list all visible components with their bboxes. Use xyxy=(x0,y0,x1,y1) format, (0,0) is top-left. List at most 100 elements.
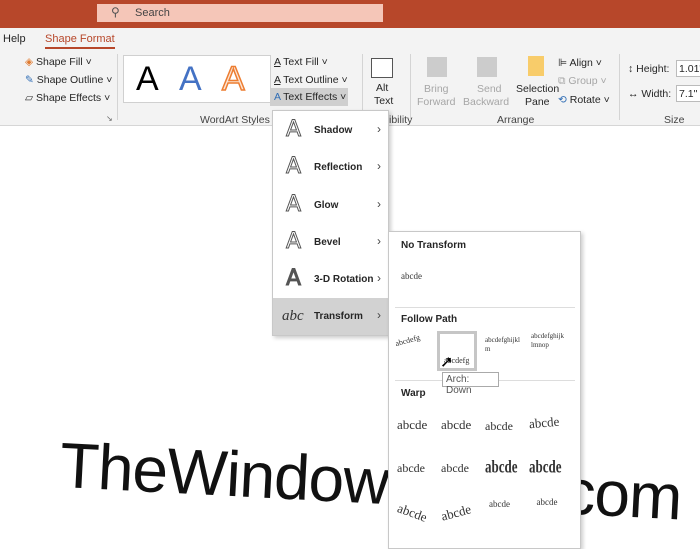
divider xyxy=(410,54,411,120)
menu-item-reflection[interactable]: A Reflection › xyxy=(273,149,388,186)
warp-option[interactable]: abcde xyxy=(441,461,469,476)
rotate-label: Rotate xyxy=(569,94,601,106)
menu-label: 3-D Rotation xyxy=(314,274,374,285)
divider xyxy=(395,307,575,308)
text-effects-button[interactable]: A Text Effects ˅ xyxy=(270,88,348,106)
warp-option[interactable]: abcde xyxy=(485,456,518,478)
warp-option[interactable]: abcde xyxy=(489,500,511,509)
align-button[interactable]: ⊫ Align ˅ xyxy=(558,57,602,69)
menu-item-shadow[interactable]: A Shadow › xyxy=(273,112,388,149)
button-option[interactable]: abcdefghijklmnop xyxy=(531,332,565,350)
warp-option[interactable]: abcde xyxy=(485,419,513,434)
shape-outline-button[interactable]: ✎ Shape Outline ˅ xyxy=(25,74,112,86)
transform-icon: abc xyxy=(282,308,304,324)
mouse-cursor-icon: ➚ xyxy=(440,354,454,371)
group-button[interactable]: ⧉ Group ˅ xyxy=(558,75,607,88)
text-outline-button[interactable]: A Text Outline ˅ xyxy=(274,74,348,86)
3d-rotation-icon: A xyxy=(285,266,302,292)
shadow-icon: A xyxy=(285,117,302,143)
chevron-right-icon: › xyxy=(377,159,381,173)
no-transform-option[interactable]: abcde xyxy=(401,271,422,281)
warp-option[interactable]: abcde xyxy=(441,417,471,433)
section-header-follow-path: Follow Path xyxy=(401,314,458,325)
warp-option[interactable]: abcde xyxy=(395,500,430,525)
warp-option[interactable]: abcde xyxy=(533,498,561,507)
rotate-icon: ⟲ xyxy=(558,94,567,106)
bevel-icon: A xyxy=(285,229,302,255)
search-input[interactable]: ⚲ Search xyxy=(97,4,383,22)
search-icon: ⚲ xyxy=(111,5,120,19)
ribbon-tabs: Help Shape Format xyxy=(0,28,700,50)
shape-outline-label: Shape Outline xyxy=(36,74,104,86)
divider xyxy=(619,54,620,120)
width-label: Width: xyxy=(641,88,672,100)
text-fill-icon: A xyxy=(274,56,281,68)
chevron-right-icon: › xyxy=(377,271,381,285)
reflection-icon: A xyxy=(285,154,302,180)
wordart-style-black[interactable]: A xyxy=(136,60,159,99)
group-label-arrange: Arrange xyxy=(497,114,535,126)
search-placeholder: Search xyxy=(135,7,170,19)
paint-bucket-icon: ◈ xyxy=(25,56,34,68)
menu-label: Glow xyxy=(314,200,339,211)
bring-forward-icon xyxy=(427,57,447,77)
height-row: ↕ Height: xyxy=(628,63,669,75)
group-label-accessibility: ibility xyxy=(389,114,413,126)
dialog-launcher-icon[interactable]: ↘ xyxy=(106,114,113,123)
menu-item-transform[interactable]: abc Transform › xyxy=(273,298,388,335)
align-icon: ⊫ xyxy=(558,57,568,69)
text-effects-label: Text Effects xyxy=(283,91,338,103)
group-icon: ⧉ xyxy=(558,75,566,87)
arch-up-option[interactable]: abcdefg xyxy=(394,333,421,348)
tooltip: Arch: Down xyxy=(442,372,499,396)
menu-item-bevel[interactable]: A Bevel › xyxy=(273,224,388,261)
warp-option[interactable]: abcde xyxy=(397,461,425,476)
align-label: Align xyxy=(569,57,593,69)
wordart-gallery[interactable]: A A A xyxy=(123,55,271,103)
tab-shape-format[interactable]: Shape Format xyxy=(45,33,115,49)
shape-effects-button[interactable]: ▱ Shape Effects ˅ xyxy=(25,92,110,104)
tab-help[interactable]: Help xyxy=(3,33,26,45)
text-effects-menu: A Shadow › A Reflection › A Glow › A Bevel › A 3-… xyxy=(272,110,389,336)
warp-option[interactable]: abcde xyxy=(397,417,427,433)
menu-item-glow[interactable]: A Glow › xyxy=(273,187,388,224)
transform-submenu: No Transform abcde Follow Path abcdefg a… xyxy=(388,231,581,549)
circle-option[interactable]: abcdefghijklm xyxy=(485,336,525,354)
chevron-right-icon: › xyxy=(377,308,381,322)
rotate-button[interactable]: ⟲ Rotate ˅ xyxy=(558,94,610,106)
shape-effects-icon: ▱ xyxy=(25,92,34,104)
menu-label: Transform xyxy=(314,311,363,322)
warp-option[interactable]: abcde xyxy=(529,456,562,478)
selection-pane-label: Pane xyxy=(525,96,550,108)
width-icon: ↔ xyxy=(628,88,639,100)
send-backward-label: Backward xyxy=(463,96,510,108)
height-icon: ↕ xyxy=(628,63,634,75)
group-label: Group xyxy=(568,75,598,87)
height-label: Height: xyxy=(636,63,670,75)
send-backward-button[interactable]: Send xyxy=(477,83,502,95)
alt-text-button[interactable]: Alt xyxy=(376,82,388,94)
menu-item-3d-rotation[interactable]: A 3-D Rotation › xyxy=(273,261,388,298)
selection-pane-icon xyxy=(528,56,544,76)
text-effects-icon: A xyxy=(274,91,281,103)
shape-effects-label: Shape Effects xyxy=(36,92,102,104)
alt-text-label: Text xyxy=(374,95,394,107)
shape-fill-button[interactable]: ◈ Shape Fill ˅ xyxy=(25,56,92,68)
glow-icon: A xyxy=(285,192,302,218)
slide-wordart-text[interactable]: TheWindowsClub.com xyxy=(58,428,683,534)
height-input[interactable]: 1.01" xyxy=(676,60,700,77)
selection-pane-button[interactable]: Selection xyxy=(516,83,559,95)
width-row: ↔ Width: xyxy=(628,88,671,100)
menu-label: Bevel xyxy=(314,237,341,248)
shape-fill-label: Shape Fill xyxy=(36,56,83,68)
bring-forward-button[interactable]: Bring xyxy=(424,83,449,95)
text-fill-button[interactable]: A Text Fill ˅ xyxy=(274,56,328,68)
warp-option[interactable]: abcde xyxy=(439,501,472,524)
warp-option[interactable]: abcde xyxy=(528,414,560,433)
width-input[interactable]: 7.1" xyxy=(676,85,700,102)
menu-label: Reflection xyxy=(314,162,363,173)
wordart-style-blue[interactable]: A xyxy=(179,60,202,99)
alt-text-icon xyxy=(371,58,393,78)
pencil-icon: ✎ xyxy=(25,74,34,86)
wordart-style-orange[interactable]: A xyxy=(221,59,245,99)
